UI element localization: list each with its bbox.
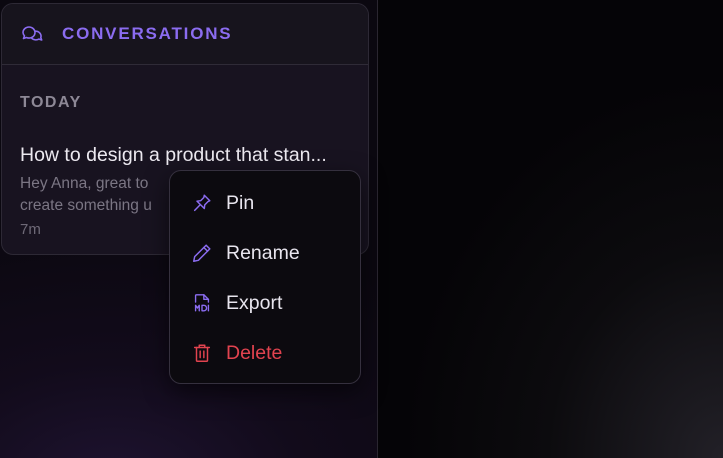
md-file-icon: [190, 291, 214, 315]
section-label-today: TODAY: [20, 94, 82, 111]
panel-title: CONVERSATIONS: [62, 24, 233, 43]
menu-item-label: Delete: [226, 341, 283, 364]
pin-icon: [190, 191, 214, 215]
pencil-icon: [190, 241, 214, 265]
menu-item-export[interactable]: Export: [170, 281, 360, 325]
menu-item-label: Rename: [226, 241, 300, 264]
conversation-title: How to design a product that stan...: [20, 144, 327, 166]
trash-icon: [190, 341, 214, 365]
menu-item-delete[interactable]: Delete: [170, 331, 360, 375]
menu-item-label: Pin: [226, 191, 255, 214]
menu-item-pin[interactable]: Pin: [170, 181, 360, 225]
chat-bubbles-icon: [20, 22, 44, 46]
menu-item-label: Export: [226, 291, 283, 314]
main-pane: [378, 0, 723, 458]
conversations-header: CONVERSATIONS: [2, 4, 368, 65]
conversation-context-menu: Pin Rename Export Delete: [169, 170, 361, 384]
menu-item-rename[interactable]: Rename: [170, 231, 360, 275]
